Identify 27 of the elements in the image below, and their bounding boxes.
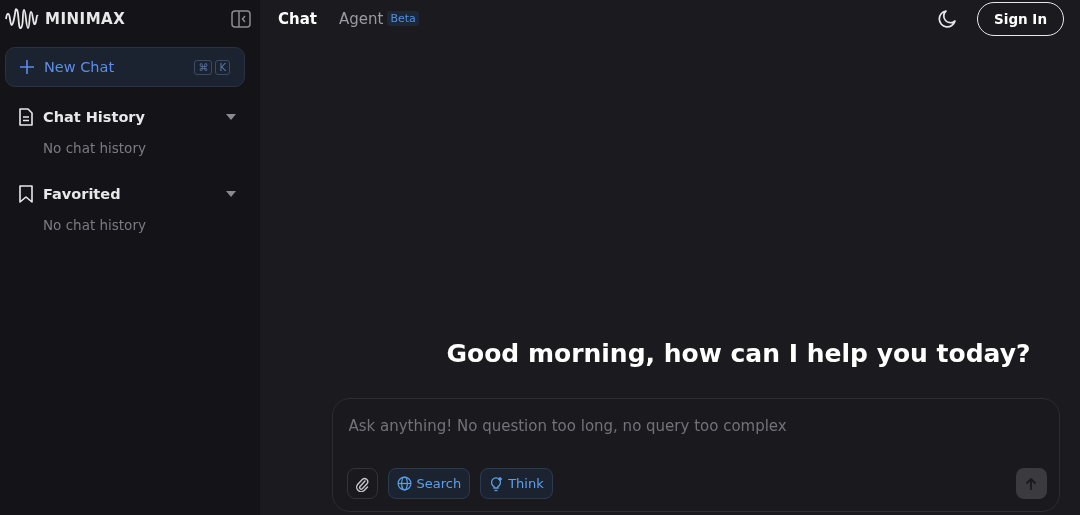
empty-history-text: No chat history [42, 139, 147, 158]
nav-tab[interactable]: Agent [339, 9, 384, 28]
nav-tab[interactable]: Chat [278, 9, 317, 28]
moon-icon[interactable] [937, 8, 958, 29]
logo-icon [5, 5, 39, 32]
attach-button[interactable] [346, 468, 378, 499]
sidebar-collapse-icon[interactable] [231, 9, 251, 28]
message-composer[interactable]: Ask anything! No question too long, no query too complex Search Think [331, 398, 1060, 512]
mode-toggle-button[interactable]: Search [387, 468, 471, 499]
paperclip-icon [355, 475, 369, 492]
new-chat-button[interactable]: New Chat ⌘ K [5, 47, 245, 87]
shortcut-key: K [215, 59, 230, 75]
logo-text: MINIMAX [45, 9, 126, 28]
message-input[interactable]: Ask anything! No question too long, no query too complex [346, 413, 1047, 439]
greeting-heading: Good morning, how can I help you today? [446, 339, 1031, 368]
section-header[interactable]: Chat History [5, 102, 245, 132]
bookmark-icon [18, 185, 34, 203]
arrow-up-icon [1025, 476, 1037, 491]
section-header[interactable]: Favorited [5, 179, 245, 209]
shortcut-key: ⌘ [194, 59, 213, 75]
mode-toggle-button[interactable]: Think [480, 468, 553, 499]
lightbulb-icon [489, 475, 504, 492]
globe-icon [396, 476, 412, 491]
empty-history-text: No chat history [42, 216, 147, 235]
beta-badge: Beta [387, 11, 419, 26]
plus-icon [20, 60, 34, 74]
document-icon [18, 108, 34, 126]
